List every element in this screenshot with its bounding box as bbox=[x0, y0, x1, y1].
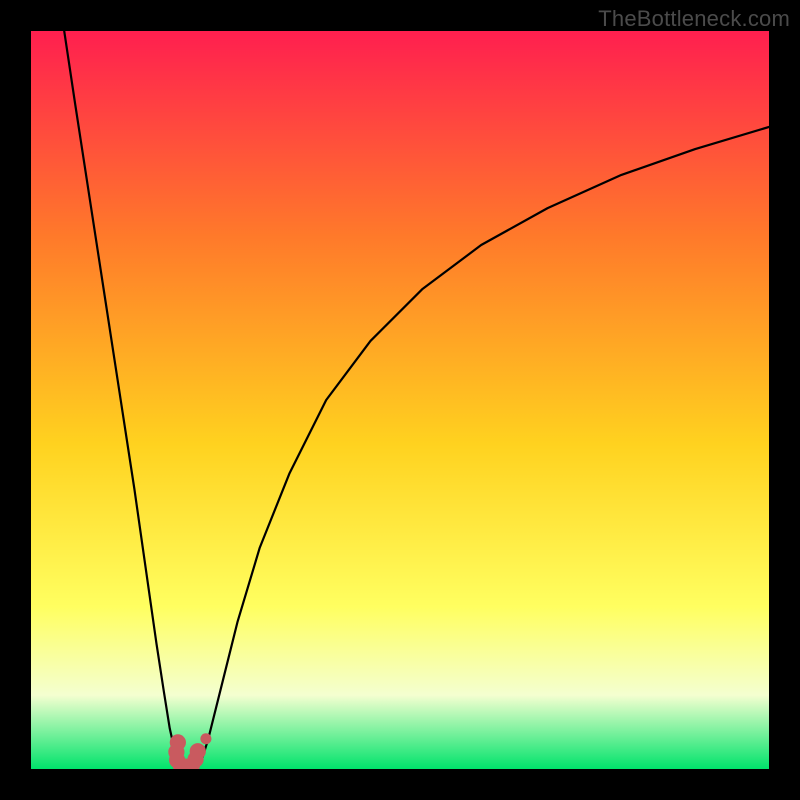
chart-svg bbox=[31, 31, 769, 769]
chart-stage: TheBottleneck.com bbox=[0, 0, 800, 800]
marker-dot bbox=[200, 733, 211, 744]
marker-dot bbox=[190, 743, 206, 759]
watermark-text: TheBottleneck.com bbox=[598, 6, 790, 32]
plot-area bbox=[31, 31, 769, 769]
gradient-background bbox=[31, 31, 769, 769]
